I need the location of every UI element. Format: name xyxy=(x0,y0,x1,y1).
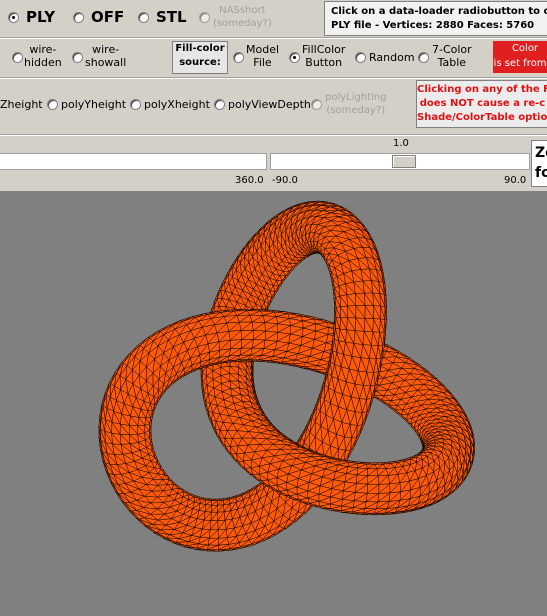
vertex-face-count: PLY file - Vertices: 2880 Faces: 5760 xyxy=(331,20,535,31)
warning-line3: Shade/ColorTable option r xyxy=(417,112,547,123)
polylighting-label: polyLighting (someday?) xyxy=(325,92,387,116)
nasshort-radio[interactable] xyxy=(199,12,210,23)
tilt-slider-min: -90.0 xyxy=(272,175,298,186)
loader-note-line1: Click on a data-loader radiobutton to ca… xyxy=(331,6,547,17)
fill-color-source-label: Fill-color source: xyxy=(172,41,228,74)
polyviewdepth-radio[interactable] xyxy=(214,99,225,110)
reclick-warning: Clicking on any of the Fill- does NOT ca… xyxy=(416,80,547,128)
seven-color-table-radio[interactable] xyxy=(418,52,429,63)
tilt-slider-max: 90.0 xyxy=(504,175,527,186)
loader-note: Click on a data-loader radiobutton to ca… xyxy=(324,1,547,36)
tilt-slider[interactable] xyxy=(270,153,530,170)
off-radio[interactable] xyxy=(73,12,84,23)
render-viewport[interactable] xyxy=(0,191,547,616)
wire-hidden-label: wire- hidden xyxy=(24,43,62,69)
stl-label: STL xyxy=(156,8,187,26)
fillcolor-button-label: FillColor Button xyxy=(302,43,346,69)
wire-hidden-radio[interactable] xyxy=(12,52,23,63)
polyyheight-label: polyYheight xyxy=(61,98,127,111)
rotation-slider[interactable] xyxy=(0,153,267,170)
polyxheight-label: polyXheight xyxy=(144,98,210,111)
nasshort-label: NASshort (someday?) xyxy=(213,5,272,29)
rotation-slider-max: 360.0 xyxy=(235,175,264,186)
seven-color-table-label: 7-Color Table xyxy=(432,43,472,69)
zheight-label: Zheight xyxy=(0,98,43,111)
model-file-radio[interactable] xyxy=(233,52,244,63)
color-note-line1: Color xyxy=(511,43,539,54)
tilt-slider-thumb[interactable] xyxy=(392,155,416,168)
model-file-label: Model File xyxy=(246,43,280,69)
zoom-label-2: fo xyxy=(535,165,547,181)
polyxheight-radio[interactable] xyxy=(130,99,141,110)
loader-row: PLY OFF STL NASshort (someday?) Click on… xyxy=(0,0,547,37)
random-label: Random xyxy=(369,51,415,64)
wire-showall-radio[interactable] xyxy=(72,52,83,63)
warning-line1: Clicking on any of the Fill- xyxy=(417,84,547,95)
stl-radio[interactable] xyxy=(138,12,149,23)
fillcolor-button-radio[interactable] xyxy=(289,52,300,63)
zoom-label-1: Zo xyxy=(535,145,547,161)
color-source-note: Color is set from xyxy=(493,41,547,73)
zoom-panel: Zo fo xyxy=(531,140,547,187)
shading-row: Zheight polyYheight polyXheight polyView… xyxy=(0,79,547,134)
fill-row: wire- hidden wire- showall Fill-color so… xyxy=(0,39,547,76)
mesh-faces xyxy=(98,200,475,552)
ply-label: PLY xyxy=(26,8,56,26)
wire-showall-label: wire- showall xyxy=(85,43,127,69)
tilt-slider-value: 1.0 xyxy=(393,138,409,149)
ply-radio[interactable] xyxy=(8,12,19,23)
polyyheight-radio[interactable] xyxy=(47,99,58,110)
polylighting-radio[interactable] xyxy=(311,99,322,110)
polyviewdepth-label: polyViewDepth xyxy=(228,98,311,111)
color-note-line2: is set from xyxy=(493,58,547,69)
warning-line2: does NOT cause a re-c xyxy=(419,98,546,109)
random-radio[interactable] xyxy=(355,52,366,63)
slider-row: 360.0 1.0 -90.0 90.0 Zo fo xyxy=(0,136,547,191)
trefoil-knot-mesh xyxy=(98,200,475,552)
off-label: OFF xyxy=(91,8,125,26)
